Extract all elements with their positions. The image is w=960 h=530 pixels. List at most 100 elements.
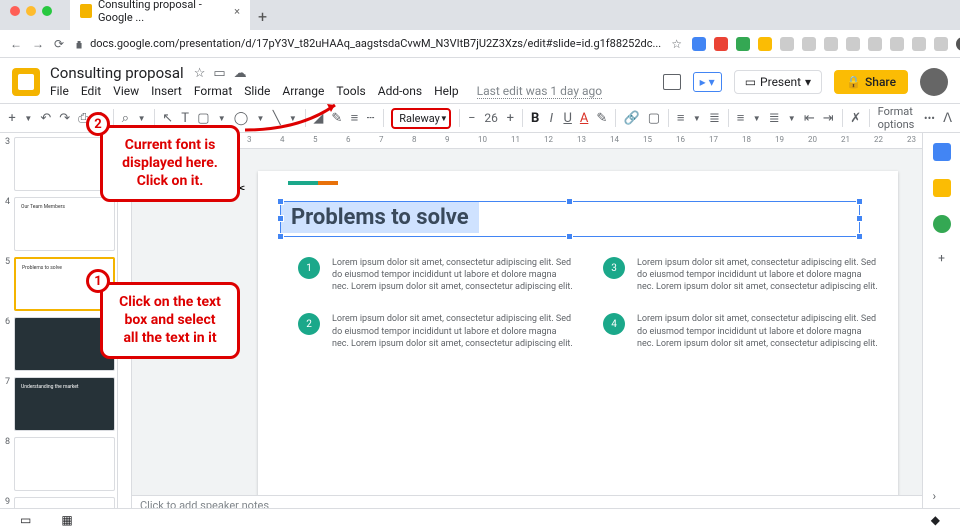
ext-icon[interactable] bbox=[824, 37, 838, 51]
menu-format[interactable]: Format bbox=[194, 84, 232, 99]
resize-handle[interactable] bbox=[566, 198, 573, 205]
menu-view[interactable]: View bbox=[113, 84, 139, 99]
bold-icon[interactable]: B bbox=[531, 111, 539, 126]
resize-handle[interactable] bbox=[566, 233, 573, 240]
menu-insert[interactable]: Insert bbox=[151, 84, 182, 99]
zoom-dropdown[interactable]: ▼ bbox=[137, 114, 145, 123]
ext-icon[interactable] bbox=[846, 37, 860, 51]
menu-addons[interactable]: Add-ons bbox=[378, 84, 422, 99]
close-tab-icon[interactable]: × bbox=[234, 5, 240, 18]
profile-avatar[interactable] bbox=[956, 37, 960, 51]
clear-format-icon[interactable]: ✗ bbox=[850, 111, 861, 126]
thumbnail-slide-7[interactable]: 7Understanding the market bbox=[2, 377, 115, 431]
image-icon[interactable]: ▢ bbox=[197, 111, 209, 126]
highlight-icon[interactable]: ✎ bbox=[596, 111, 607, 126]
comment-icon[interactable]: ▢ bbox=[648, 111, 660, 126]
keep-icon[interactable] bbox=[933, 179, 951, 197]
ext-icon[interactable] bbox=[868, 37, 882, 51]
textbox-icon[interactable]: T bbox=[181, 111, 189, 126]
text-color-icon[interactable]: A bbox=[580, 111, 588, 126]
ext-icon[interactable] bbox=[912, 37, 926, 51]
zoom-icon[interactable]: ⌕ bbox=[121, 111, 129, 126]
indent-increase-icon[interactable]: ⇥ bbox=[823, 111, 834, 126]
menu-arrange[interactable]: Arrange bbox=[282, 84, 324, 99]
italic-icon[interactable]: I bbox=[547, 111, 555, 126]
forward-icon[interactable]: → bbox=[32, 37, 44, 51]
ext-icon[interactable] bbox=[802, 37, 816, 51]
format-options-button[interactable]: Format options bbox=[878, 105, 916, 131]
ext-icon[interactable] bbox=[692, 37, 706, 51]
undo-icon[interactable]: ↶ bbox=[40, 111, 51, 126]
slides-logo[interactable] bbox=[12, 68, 40, 96]
content-bullets[interactable]: 1Lorem ipsum dolor sit amet, consectetur… bbox=[298, 257, 878, 350]
numbered-list-icon[interactable]: ≡ bbox=[736, 110, 744, 126]
share-button[interactable]: 🔒 Share bbox=[834, 70, 908, 94]
add-icon[interactable]: + bbox=[933, 251, 951, 269]
bullet-item[interactable]: 1Lorem ipsum dolor sit amet, consectetur… bbox=[298, 257, 573, 293]
close-window[interactable] bbox=[10, 6, 20, 16]
cloud-status-icon[interactable]: ☁ bbox=[234, 66, 247, 81]
filmstrip-view-icon[interactable]: ▭ bbox=[20, 513, 31, 527]
line-spacing-icon[interactable]: ≣ bbox=[709, 111, 720, 126]
slide-title[interactable]: Problems to solve bbox=[281, 202, 479, 233]
underline-icon[interactable]: U bbox=[563, 111, 571, 126]
title-textbox[interactable]: Problems to solve bbox=[280, 201, 860, 237]
bullet-item[interactable]: 3Lorem ipsum dolor sit amet, consectetur… bbox=[603, 257, 878, 293]
grid-view-icon[interactable]: ▦ bbox=[61, 513, 72, 527]
ext-icon[interactable] bbox=[714, 37, 728, 51]
redo-icon[interactable]: ↷ bbox=[59, 111, 70, 126]
last-edit-link[interactable]: Last edit was 1 day ago bbox=[477, 84, 602, 99]
star-icon[interactable]: ☆ bbox=[194, 66, 206, 81]
comments-icon[interactable] bbox=[663, 74, 681, 90]
tasks-icon[interactable] bbox=[933, 215, 951, 233]
bullet-item[interactable]: 2Lorem ipsum dolor sit amet, consectetur… bbox=[298, 313, 573, 349]
resize-handle[interactable] bbox=[277, 198, 284, 205]
indent-decrease-icon[interactable]: ⇤ bbox=[804, 111, 815, 126]
reload-icon[interactable]: ⟳ bbox=[54, 37, 64, 51]
url-field[interactable]: docs.google.com/presentation/d/17pY3V_t8… bbox=[74, 37, 661, 50]
start-slideshow-button[interactable]: ▸ ▾ bbox=[693, 72, 722, 92]
calendar-icon[interactable] bbox=[933, 143, 951, 161]
menu-help[interactable]: Help bbox=[434, 84, 459, 99]
size-decrease[interactable]: − bbox=[468, 111, 476, 126]
maximize-window[interactable] bbox=[42, 6, 52, 16]
border-dash-icon[interactable]: ┄ bbox=[367, 111, 375, 126]
thumbnail-slide-3[interactable]: 3 bbox=[2, 137, 115, 191]
account-avatar[interactable] bbox=[920, 68, 948, 96]
bullet-item[interactable]: 4Lorem ipsum dolor sit amet, consectetur… bbox=[603, 313, 878, 349]
browser-tab[interactable]: Consulting proposal - Google ... × bbox=[70, 0, 250, 30]
menu-slide[interactable]: Slide bbox=[244, 84, 270, 99]
resize-handle[interactable] bbox=[856, 233, 863, 240]
resize-handle[interactable] bbox=[856, 198, 863, 205]
new-slide-icon[interactable]: + bbox=[8, 111, 16, 126]
bullet-list-icon[interactable]: ≣ bbox=[769, 111, 780, 126]
explore-icon[interactable]: ◆ bbox=[931, 513, 940, 527]
resize-handle[interactable] bbox=[856, 215, 863, 222]
thumbnail-slide-6[interactable]: 6 bbox=[2, 317, 115, 371]
move-icon[interactable]: ▭ bbox=[213, 66, 225, 81]
menu-tools[interactable]: Tools bbox=[336, 84, 365, 99]
ext-icon[interactable] bbox=[934, 37, 948, 51]
menu-edit[interactable]: Edit bbox=[81, 84, 101, 99]
size-increase[interactable]: + bbox=[506, 111, 514, 126]
select-tool-icon[interactable]: ↖ bbox=[162, 111, 173, 126]
align-icon[interactable]: ≡ bbox=[677, 110, 685, 126]
menu-file[interactable]: File bbox=[50, 84, 69, 99]
doc-title[interactable]: Consulting proposal bbox=[50, 64, 184, 82]
new-tab-button[interactable]: + bbox=[250, 3, 275, 30]
font-selector[interactable]: Raleway ▼ bbox=[391, 108, 451, 129]
resize-handle[interactable] bbox=[277, 215, 284, 222]
present-button[interactable]: ▭ Present ▾ bbox=[734, 70, 822, 94]
link-icon[interactable]: 🔗 bbox=[624, 111, 640, 126]
border-weight-icon[interactable]: ≡ bbox=[350, 110, 358, 126]
thumbnail-slide-4[interactable]: 4Our Team Members bbox=[2, 197, 115, 251]
back-icon[interactable]: ← bbox=[10, 37, 22, 51]
minimize-window[interactable] bbox=[26, 6, 36, 16]
ext-icon[interactable] bbox=[758, 37, 772, 51]
new-slide-dropdown[interactable]: ▼ bbox=[24, 114, 32, 123]
hide-menus-icon[interactable]: ᐱ bbox=[943, 111, 952, 126]
ext-icon[interactable] bbox=[736, 37, 750, 51]
resize-handle[interactable] bbox=[277, 233, 284, 240]
thumbnail-slide-8[interactable]: 8 bbox=[2, 437, 115, 491]
ext-icon[interactable] bbox=[890, 37, 904, 51]
